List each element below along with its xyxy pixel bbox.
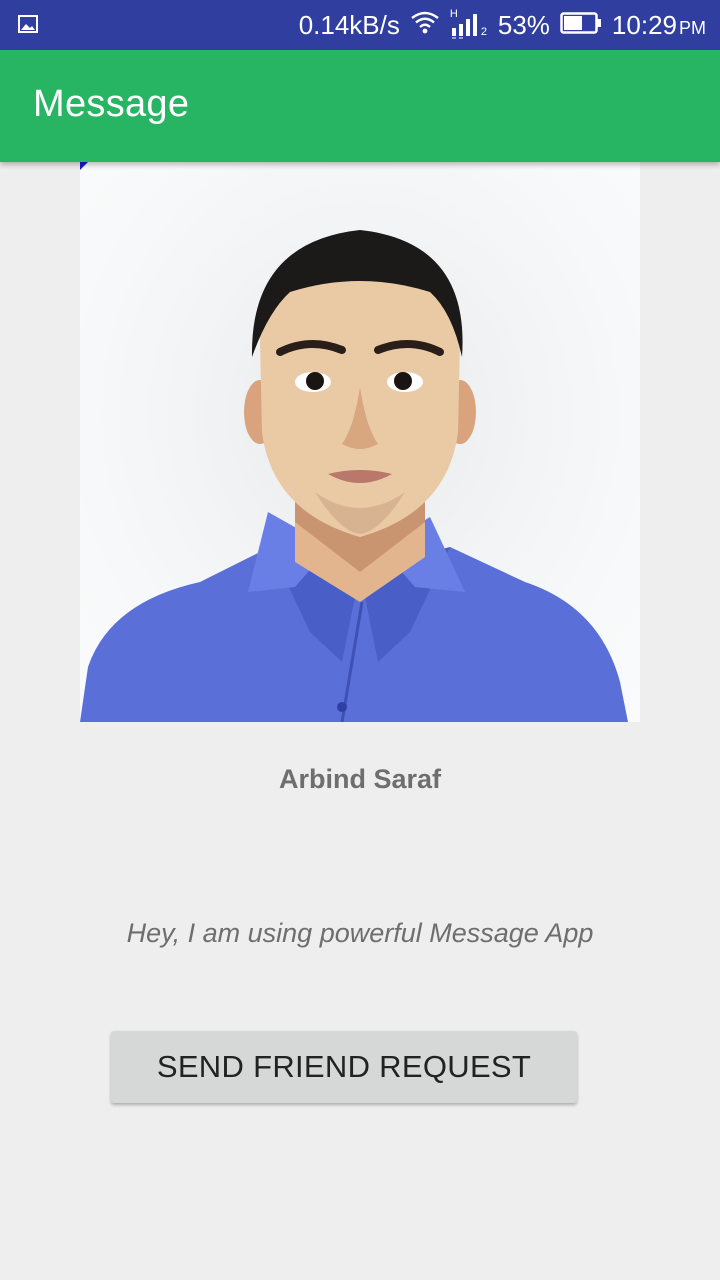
clock: 10:29 PM — [612, 10, 706, 41]
net-speed: 0.14kB/s — [298, 9, 400, 40]
signal-icon: H 2 — [450, 8, 488, 40]
corner-mark — [80, 162, 88, 170]
clock-time: 10:29 — [611, 9, 677, 40]
clock-ampm: PM — [679, 17, 706, 38]
profile-status: Hey, I am using powerful Message App — [126, 918, 594, 948]
app-title: Message — [33, 83, 190, 125]
wifi-icon — [410, 10, 440, 41]
battery-percent: 53% — [497, 9, 550, 40]
sim-slot-label: 2 — [480, 26, 487, 38]
profile-name: Arbind Saraf — [278, 764, 442, 794]
app-bar: Message — [0, 50, 720, 162]
profile-photo — [80, 162, 640, 722]
status-bar: 0.14kB/s H 2 53% 10:29 PM — [0, 0, 720, 50]
profile-portrait — [80, 230, 628, 722]
send-friend-request-button[interactable]: SEND FRIEND REQUEST — [111, 1031, 577, 1103]
battery-icon — [560, 10, 602, 41]
gallery-notification-icon — [18, 15, 38, 33]
